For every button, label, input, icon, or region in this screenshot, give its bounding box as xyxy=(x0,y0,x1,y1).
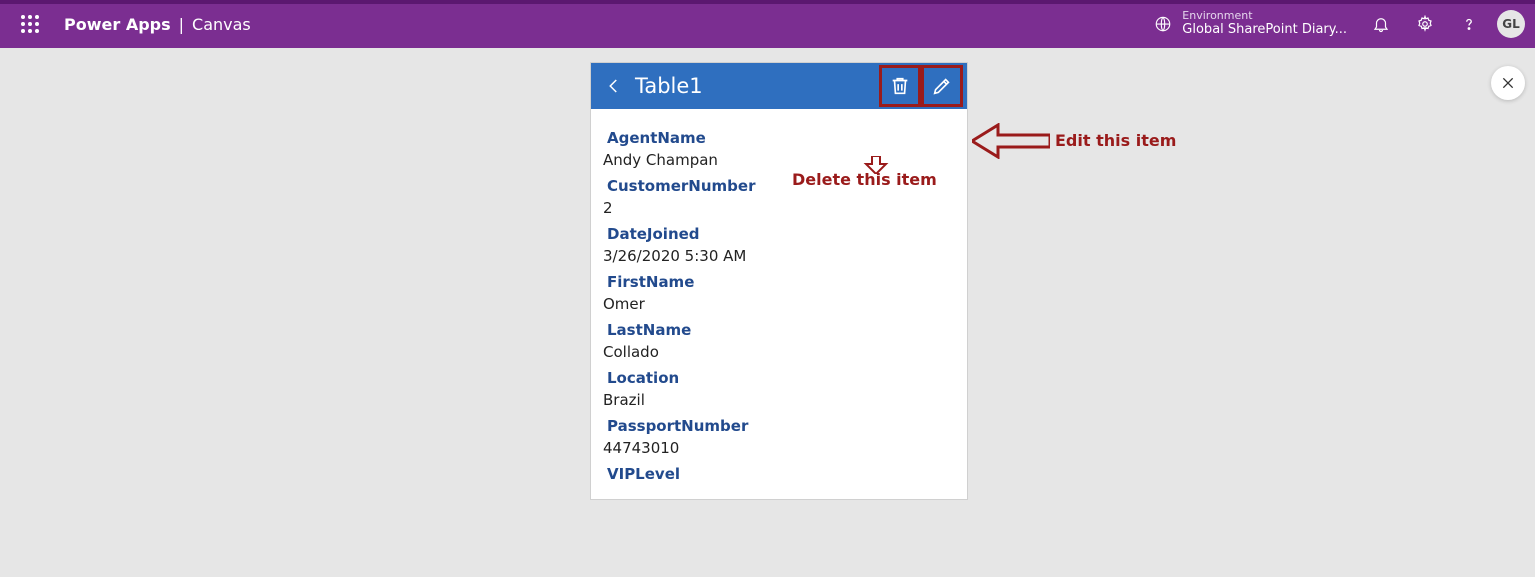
gear-icon xyxy=(1416,15,1434,33)
field-value-location: Brazil xyxy=(603,391,957,409)
waffle-icon xyxy=(21,15,39,33)
environment-label: Environment xyxy=(1182,10,1347,23)
field-label-datejoined: DateJoined xyxy=(607,225,957,243)
annotation-delete-label: Delete this item xyxy=(792,170,937,189)
annotation-edit-label: Edit this item xyxy=(1055,131,1176,150)
field-value-passportnumber: 44743010 xyxy=(603,439,957,457)
user-avatar[interactable]: GL xyxy=(1497,10,1525,38)
bell-icon xyxy=(1372,15,1390,33)
brand-separator: | xyxy=(179,15,184,34)
app-launcher-button[interactable] xyxy=(14,8,46,40)
settings-button[interactable] xyxy=(1403,0,1447,48)
field-value-lastname: Collado xyxy=(603,343,957,361)
close-preview-button[interactable] xyxy=(1491,66,1525,100)
header-accent xyxy=(0,0,1535,4)
help-button[interactable] xyxy=(1447,0,1491,48)
field-label-lastname: LastName xyxy=(607,321,957,339)
field-value-agentname: Andy Champan xyxy=(603,151,957,169)
field-label-firstname: FirstName xyxy=(607,273,957,291)
annotation-arrow-edit xyxy=(972,123,1050,159)
close-icon xyxy=(1500,75,1516,91)
environment-picker[interactable]: Environment Global SharePoint Diary... xyxy=(1154,10,1347,38)
field-label-agentname: AgentName xyxy=(607,129,957,147)
edit-item-button[interactable] xyxy=(923,67,961,105)
question-icon xyxy=(1460,15,1478,33)
notifications-button[interactable] xyxy=(1359,0,1403,48)
pencil-icon xyxy=(931,74,953,98)
detail-screen-header: Table1 xyxy=(591,63,967,109)
app-mode-label: Canvas xyxy=(192,15,251,34)
design-canvas: Table1 AgentName Andy Champan CustomerNu… xyxy=(0,48,1535,577)
phone-preview: Table1 AgentName Andy Champan CustomerNu… xyxy=(590,62,968,500)
chevron-left-icon xyxy=(605,74,623,98)
field-label-location: Location xyxy=(607,369,957,387)
field-label-passportnumber: PassportNumber xyxy=(607,417,957,435)
field-value-datejoined: 3/26/2020 5:30 AM xyxy=(603,247,957,265)
back-button[interactable] xyxy=(597,69,631,103)
field-value-customernumber: 2 xyxy=(603,199,957,217)
field-label-viplevel: VIPLevel xyxy=(607,465,957,483)
globe-icon xyxy=(1154,15,1172,33)
delete-item-button[interactable] xyxy=(881,67,919,105)
suite-header: Power Apps | Canvas Environment Global S… xyxy=(0,0,1535,48)
product-name[interactable]: Power Apps xyxy=(64,15,171,34)
detail-title: Table1 xyxy=(635,74,877,98)
trash-icon xyxy=(889,74,911,98)
environment-name: Global SharePoint Diary... xyxy=(1182,23,1347,38)
field-value-firstname: Omer xyxy=(603,295,957,313)
detail-form: AgentName Andy Champan CustomerNumber 2 … xyxy=(591,109,967,499)
